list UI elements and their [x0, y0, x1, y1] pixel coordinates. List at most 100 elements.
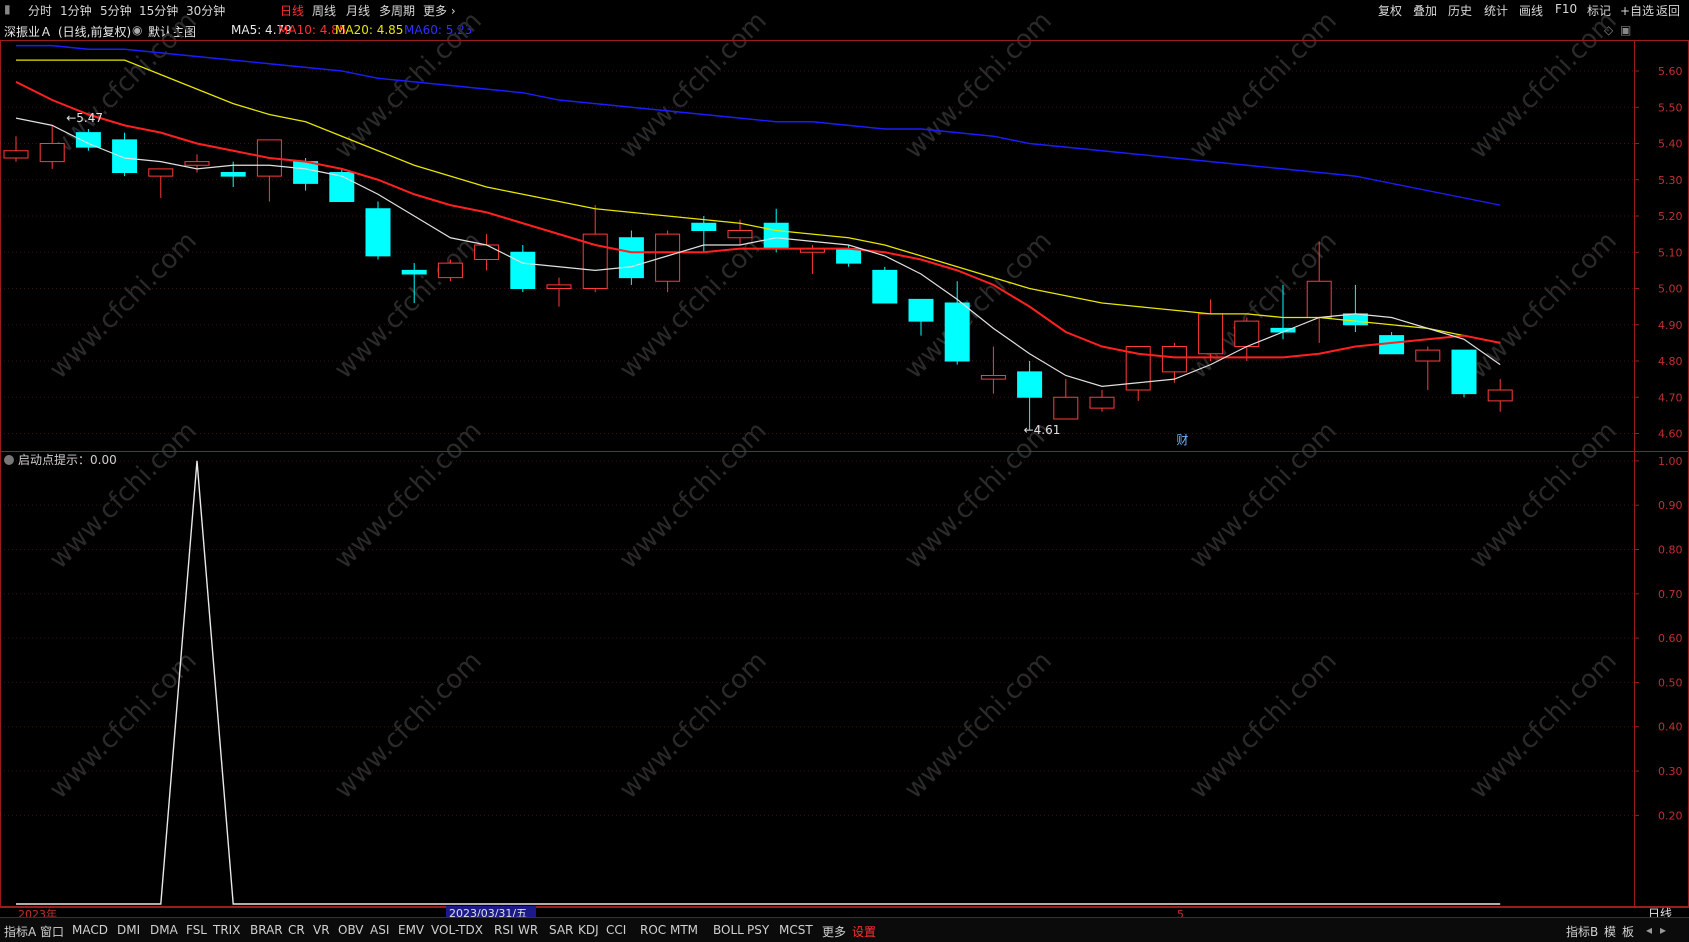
candle-down [763, 222, 789, 250]
right-tab-0[interactable]: 指标B [1566, 923, 1598, 940]
right-tab-2[interactable]: 板 [1622, 923, 1634, 940]
sub-tick-label: 1.00 [1658, 455, 1683, 468]
watermark-text: www.cfchi.com [1184, 416, 1343, 575]
indicator-tab-20[interactable]: MTM [670, 923, 698, 937]
price-tick-label: 5.10 [1658, 246, 1683, 259]
indicator-tab-10[interactable]: OBV [338, 923, 364, 937]
watermark-layer: www.cfchi.com www.cfchi.com www.cfchi.com w… [44, 6, 1623, 805]
candle-down [401, 269, 427, 275]
candle-down [293, 161, 319, 184]
chart-area[interactable]: www.cfchi.com www.cfchi.com www.cfchi.com w… [0, 0, 1689, 917]
watermark-text: www.cfchi.com [329, 416, 488, 575]
candle-up [1415, 349, 1441, 362]
indicator-tab-11[interactable]: ASI [370, 923, 389, 937]
period-label: 日线 [1648, 907, 1672, 917]
indicator-tab-7[interactable]: BRAR [250, 923, 283, 937]
candle-down [1451, 349, 1477, 395]
candle-down [112, 139, 138, 173]
candle-up [1487, 389, 1513, 402]
watermark-text: www.cfchi.com [329, 646, 488, 805]
watermark-text: www.cfchi.com [1464, 226, 1623, 385]
indicator-tab-23[interactable]: MCST [779, 923, 813, 937]
price-tick-label: 5.00 [1658, 283, 1683, 296]
price-tick-label: 5.50 [1658, 101, 1683, 114]
candle-up [980, 375, 1006, 380]
sub-tick-label: 0.20 [1658, 809, 1683, 822]
watermark-text: www.cfchi.com [899, 6, 1058, 165]
scroll-right-icon[interactable]: ▸ [1660, 923, 1666, 937]
candle-up [1089, 396, 1115, 409]
scroll-left-icon[interactable]: ◂ [1646, 923, 1652, 937]
year-label: 2023年 [18, 907, 57, 917]
sub-tick-label: 0.60 [1658, 632, 1683, 645]
indicator-tab-18[interactable]: CCI [606, 923, 626, 937]
candle-down [691, 222, 717, 231]
candle-down [220, 172, 246, 177]
finance-event-marker: 财 [1176, 433, 1188, 447]
price-tick-label: 5.40 [1658, 138, 1683, 151]
candle-up [474, 244, 500, 260]
indicator-tab-4[interactable]: DMA [150, 923, 178, 937]
candle-down [908, 298, 934, 322]
candle-up [727, 230, 753, 239]
sub-tick-label: 0.70 [1658, 588, 1683, 601]
indicator-tab-8[interactable]: CR [288, 923, 305, 937]
watermark-text: www.cfchi.com [44, 646, 203, 805]
candle-down [944, 302, 970, 362]
indicator-tab-1[interactable]: 窗口 [40, 923, 64, 940]
candle-up [1306, 280, 1332, 318]
price-tick-label: 5.60 [1658, 65, 1683, 78]
sub-tick-label: 0.40 [1658, 721, 1683, 734]
indicator-tab-16[interactable]: SAR [549, 923, 573, 937]
candle-up [3, 150, 29, 159]
indicator-tab-21[interactable]: BOLL [713, 923, 744, 937]
low-price-label: ←4.61 [1024, 423, 1061, 437]
watermark-text: www.cfchi.com [614, 646, 773, 805]
watermark-text: www.cfchi.com [1464, 646, 1623, 805]
indicator-tab-19[interactable]: ROC [640, 923, 666, 937]
start-signal-line [16, 460, 1501, 905]
indicator-tab-24[interactable]: 更多 [822, 923, 846, 940]
indicator-tab-15[interactable]: WR [518, 923, 538, 937]
indicator-tab-2[interactable]: MACD [72, 923, 108, 937]
watermark-text: www.cfchi.com [899, 646, 1058, 805]
candle-down [618, 237, 644, 279]
price-tick-label: 4.70 [1658, 391, 1683, 404]
sub-tick-label: 0.80 [1658, 543, 1683, 556]
axes: 5.60 5.50 5.40 5.30 5.20 5.10 5.00 4.90 4.80 4.70… [0, 40, 1689, 917]
candle-down [365, 208, 391, 257]
ma10-line [15, 80, 1501, 359]
indicator-tab-5[interactable]: FSL [186, 923, 207, 937]
indicator-tab-9[interactable]: VR [313, 923, 330, 937]
price-tick-label: 5.30 [1658, 174, 1683, 187]
right-tab-1[interactable]: 模 [1604, 923, 1616, 940]
watermark-text: www.cfchi.com [1184, 646, 1343, 805]
indicator-tab-14[interactable]: RSI [494, 923, 514, 937]
candle-up [1053, 396, 1079, 420]
sub-indicator-dropdown-icon [4, 455, 14, 465]
indicator-tab-3[interactable]: DMI [117, 923, 140, 937]
candle-down [836, 248, 862, 264]
indicator-tab-17[interactable]: KDJ [578, 923, 599, 937]
watermark-text: www.cfchi.com [1184, 6, 1343, 165]
indicator-tab-13[interactable]: VOL-TDX [431, 923, 483, 937]
watermark-text: www.cfchi.com [899, 416, 1058, 575]
sub-indicator-title: 启动点提示：0.00 [18, 452, 117, 467]
watermark-text: www.cfchi.com [614, 416, 773, 575]
indicator-tab-6[interactable]: TRIX [213, 923, 240, 937]
indicator-tab-22[interactable]: PSY [747, 923, 769, 937]
indicator-tab-bar: 指标A 窗口 MACD DMI DMA FSL TRIX BRAR CR VR OBV ASI EMV V… [0, 917, 1689, 942]
high-price-label: ←5.47 [66, 111, 103, 125]
candle-up [655, 233, 681, 282]
candle-down [872, 269, 898, 304]
sub-tick-label: 0.50 [1658, 676, 1683, 689]
price-tick-label: 5.20 [1658, 210, 1683, 223]
candle-up [1198, 313, 1224, 355]
indicator-tab-0[interactable]: 指标A [4, 923, 36, 940]
watermark-text: www.cfchi.com [44, 226, 203, 385]
indicator-tab-12[interactable]: EMV [398, 923, 424, 937]
indicator-tab-25[interactable]: 设置 [852, 923, 876, 940]
candle-up [546, 284, 572, 289]
candle-up [39, 143, 65, 163]
price-tick-label: 4.60 [1658, 428, 1683, 441]
